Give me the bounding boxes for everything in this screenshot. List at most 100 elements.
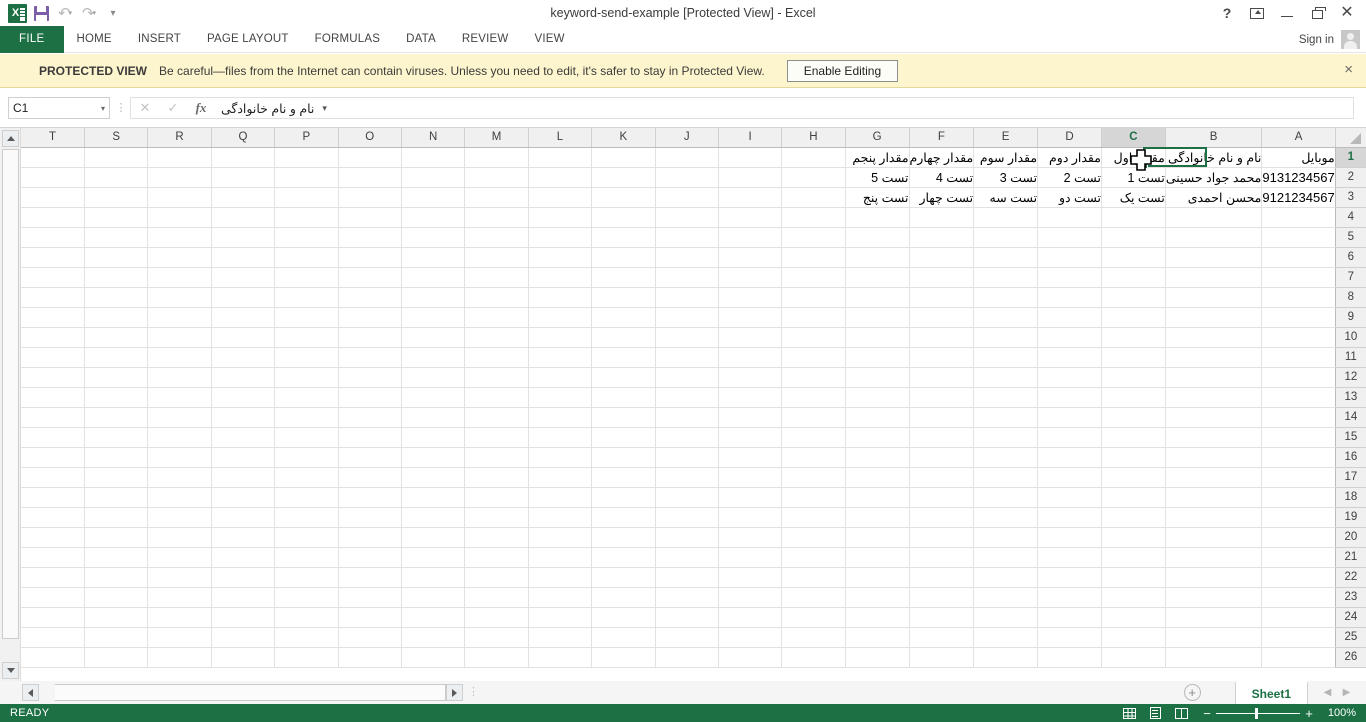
cell-N8[interactable]	[401, 287, 466, 308]
row-header-9[interactable]: 9	[1334, 307, 1366, 328]
cell-H4[interactable]	[781, 207, 846, 228]
sheet-tab-sheet1[interactable]: Sheet1	[1234, 681, 1308, 704]
cell-S25[interactable]	[84, 627, 149, 648]
cell-K25[interactable]	[591, 627, 656, 648]
cell-G15[interactable]	[845, 427, 910, 448]
cell-K14[interactable]	[591, 407, 656, 428]
cell-O19[interactable]	[338, 507, 402, 528]
cell-E3[interactable]: تست سه	[973, 187, 1039, 208]
restore-button[interactable]	[1302, 1, 1332, 25]
cell-E1[interactable]: مقدار سوم	[973, 147, 1039, 168]
cell-T18[interactable]	[21, 487, 85, 508]
cell-H1[interactable]	[781, 147, 846, 168]
cell-D24[interactable]	[1037, 607, 1102, 628]
sheet-bar-separator[interactable]: ⋮	[468, 687, 479, 698]
hscroll-right-icon[interactable]	[446, 684, 463, 701]
cell-A16[interactable]	[1261, 447, 1336, 468]
close-button[interactable]: ✕	[1332, 1, 1362, 25]
cell-F16[interactable]	[909, 447, 975, 468]
cell-J6[interactable]	[655, 247, 719, 268]
cell-N9[interactable]	[401, 307, 466, 328]
cell-G1[interactable]: مقدار پنجم	[845, 147, 910, 168]
column-header-o[interactable]: O	[338, 128, 402, 148]
cell-D2[interactable]: تست 2	[1037, 167, 1102, 188]
row-header-26[interactable]: 26	[1334, 647, 1366, 668]
cell-A18[interactable]	[1261, 487, 1336, 508]
cell-S1[interactable]	[84, 147, 149, 168]
cell-K20[interactable]	[591, 527, 656, 548]
customize-quick-access-icon[interactable]: ▾	[102, 2, 124, 24]
cell-I22[interactable]	[718, 567, 783, 588]
cell-L4[interactable]	[528, 207, 593, 228]
cell-B5[interactable]	[1165, 227, 1263, 248]
cell-A5[interactable]	[1261, 227, 1336, 248]
cell-B16[interactable]	[1165, 447, 1263, 468]
cell-J26[interactable]	[655, 647, 719, 668]
cell-E12[interactable]	[973, 367, 1039, 388]
cell-Q25[interactable]	[211, 627, 276, 648]
cell-E4[interactable]	[973, 207, 1039, 228]
tab-review[interactable]: REVIEW	[449, 26, 522, 53]
cell-E7[interactable]	[973, 267, 1039, 288]
cell-I11[interactable]	[718, 347, 783, 368]
cell-A8[interactable]	[1261, 287, 1336, 308]
cell-P20[interactable]	[274, 527, 339, 548]
cell-Q15[interactable]	[211, 427, 276, 448]
cell-N17[interactable]	[401, 467, 466, 488]
cell-O1[interactable]	[338, 147, 402, 168]
cell-M14[interactable]	[464, 407, 529, 428]
column-header-m[interactable]: M	[464, 128, 529, 148]
cell-N2[interactable]	[401, 167, 466, 188]
cell-O23[interactable]	[338, 587, 402, 608]
cell-Q13[interactable]	[211, 387, 276, 408]
zoom-in-button[interactable]: +	[1302, 707, 1316, 720]
cell-H13[interactable]	[781, 387, 846, 408]
cell-O4[interactable]	[338, 207, 402, 228]
column-header-k[interactable]: K	[591, 128, 656, 148]
cell-M2[interactable]	[464, 167, 529, 188]
column-header-n[interactable]: N	[401, 128, 466, 148]
cell-H8[interactable]	[781, 287, 846, 308]
cell-C3[interactable]: تست یک	[1101, 187, 1166, 208]
cell-J16[interactable]	[655, 447, 719, 468]
cell-S9[interactable]	[84, 307, 149, 328]
cell-M11[interactable]	[464, 347, 529, 368]
cell-F21[interactable]	[909, 547, 975, 568]
cell-M21[interactable]	[464, 547, 529, 568]
cell-O20[interactable]	[338, 527, 402, 548]
cell-H2[interactable]	[781, 167, 846, 188]
cell-P23[interactable]	[274, 587, 339, 608]
cell-Q22[interactable]	[211, 567, 276, 588]
sheet-nav-next-icon[interactable]: ▶	[1337, 684, 1356, 701]
excel-logo-icon[interactable]	[6, 2, 28, 24]
cell-M9[interactable]	[464, 307, 529, 328]
cell-F10[interactable]	[909, 327, 975, 348]
cell-G23[interactable]	[845, 587, 910, 608]
cell-I4[interactable]	[718, 207, 783, 228]
cell-F6[interactable]	[909, 247, 975, 268]
cell-P15[interactable]	[274, 427, 339, 448]
cell-O3[interactable]	[338, 187, 402, 208]
cell-L21[interactable]	[528, 547, 593, 568]
cell-T10[interactable]	[21, 327, 85, 348]
cell-F15[interactable]	[909, 427, 975, 448]
cell-H24[interactable]	[781, 607, 846, 628]
cell-I18[interactable]	[718, 487, 783, 508]
cell-R15[interactable]	[147, 427, 212, 448]
cell-F14[interactable]	[909, 407, 975, 428]
cell-B14[interactable]	[1165, 407, 1263, 428]
cell-R19[interactable]	[147, 507, 212, 528]
cell-P14[interactable]	[274, 407, 339, 428]
cell-D4[interactable]	[1037, 207, 1102, 228]
cell-J18[interactable]	[655, 487, 719, 508]
cell-D16[interactable]	[1037, 447, 1102, 468]
cell-P12[interactable]	[274, 367, 339, 388]
row-header-22[interactable]: 22	[1334, 567, 1366, 588]
cell-R13[interactable]	[147, 387, 212, 408]
cell-I25[interactable]	[718, 627, 783, 648]
cell-I13[interactable]	[718, 387, 783, 408]
cell-A23[interactable]	[1261, 587, 1336, 608]
cell-N26[interactable]	[401, 647, 466, 668]
cell-E18[interactable]	[973, 487, 1039, 508]
row-header-1[interactable]: 1	[1334, 147, 1366, 168]
